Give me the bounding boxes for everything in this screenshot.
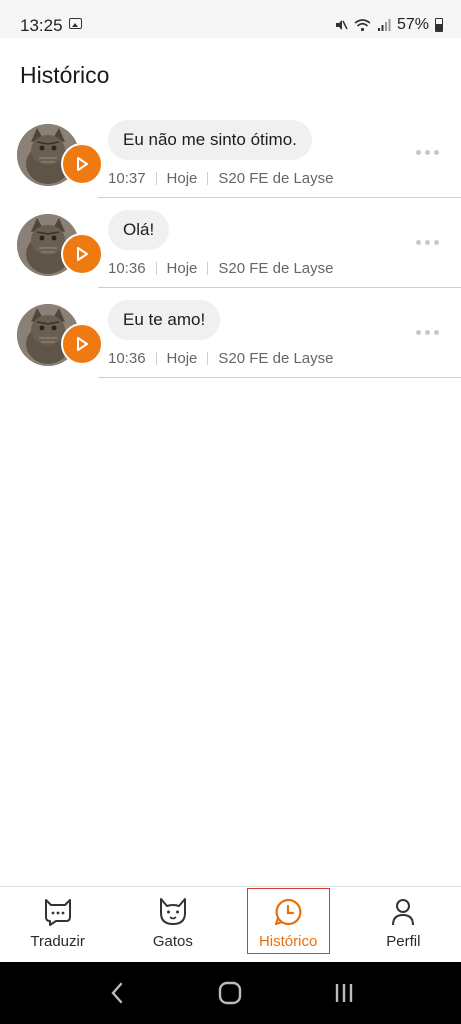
play-icon [77, 157, 88, 171]
home-button[interactable] [210, 973, 250, 1013]
status-time: 13:25 [20, 16, 63, 35]
play-icon [77, 247, 88, 261]
divider [98, 377, 461, 378]
message-time: 10:37 [108, 170, 146, 187]
mute-icon [335, 20, 348, 30]
bottom-nav: Traduzir Gatos Histórico Perfil [0, 886, 461, 962]
battery-icon [435, 18, 443, 32]
status-bar: 13:25 57% [0, 0, 461, 38]
message-day: Hoje [166, 170, 198, 187]
more-options-icon[interactable] [416, 150, 439, 155]
play-button[interactable] [61, 323, 103, 365]
play-icon [77, 337, 88, 351]
message-meta: 10:37 Hoje S20 FE de Layse [108, 170, 333, 187]
message-bubble: Eu te amo! [108, 300, 221, 340]
signal-icon [377, 19, 391, 31]
message-meta: 10:36 Hoje S20 FE de Layse [108, 260, 333, 277]
message-time: 10:36 [108, 260, 146, 277]
meta-separator [207, 172, 209, 185]
back-button[interactable] [97, 973, 137, 1013]
play-button[interactable] [61, 143, 103, 185]
message-day: Hoje [166, 350, 198, 367]
message-day: Hoje [166, 260, 198, 277]
history-item[interactable]: Eu te amo! 10:36 Hoje S20 FE de Layse [0, 288, 461, 378]
meta-separator [155, 262, 157, 275]
meta-separator [155, 172, 157, 185]
nav-item-historico[interactable]: Histórico [231, 887, 346, 962]
meta-separator [155, 352, 157, 365]
message-device: S20 FE de Layse [218, 170, 334, 187]
play-button[interactable] [61, 233, 103, 275]
nav-label: Histórico [258, 933, 318, 950]
home-icon [219, 981, 242, 1005]
system-nav-bar [0, 962, 461, 1024]
nav-label: Gatos [152, 933, 193, 950]
history-list: Eu não me sinto ótimo. 10:37 Hoje S20 FE… [0, 108, 461, 378]
image-icon [69, 18, 82, 29]
page-title: Histórico [20, 62, 110, 88]
cat-face-icon [159, 898, 186, 925]
more-options-icon[interactable] [416, 240, 439, 245]
history-item[interactable]: Eu não me sinto ótimo. 10:37 Hoje S20 FE… [0, 108, 461, 198]
status-icons: 57% [334, 16, 443, 34]
cat-chat-icon [44, 899, 71, 926]
recents-button[interactable] [324, 973, 364, 1013]
clock-icon [275, 898, 302, 926]
nav-item-perfil[interactable]: Perfil [346, 887, 461, 962]
person-icon [392, 899, 415, 926]
nav-label: Perfil [386, 933, 421, 950]
wifi-icon [354, 19, 371, 32]
message-device: S20 FE de Layse [218, 350, 334, 367]
message-device: S20 FE de Layse [218, 260, 334, 277]
history-item[interactable]: Olá! 10:36 Hoje S20 FE de Layse [0, 198, 461, 288]
message-bubble: Olá! [108, 210, 170, 250]
nav-label: Traduzir [30, 933, 85, 950]
back-icon [111, 982, 123, 1004]
more-options-icon[interactable] [416, 330, 439, 335]
message-bubble: Eu não me sinto ótimo. [108, 120, 312, 160]
battery-text: 57% [396, 16, 429, 33]
nav-item-traduzir[interactable]: Traduzir [0, 887, 115, 962]
message-meta: 10:36 Hoje S20 FE de Layse [108, 350, 333, 367]
meta-separator [207, 352, 209, 365]
nav-item-gatos[interactable]: Gatos [115, 887, 230, 962]
recents-icon [335, 984, 353, 1002]
meta-separator [207, 262, 209, 275]
message-time: 10:36 [108, 350, 146, 367]
